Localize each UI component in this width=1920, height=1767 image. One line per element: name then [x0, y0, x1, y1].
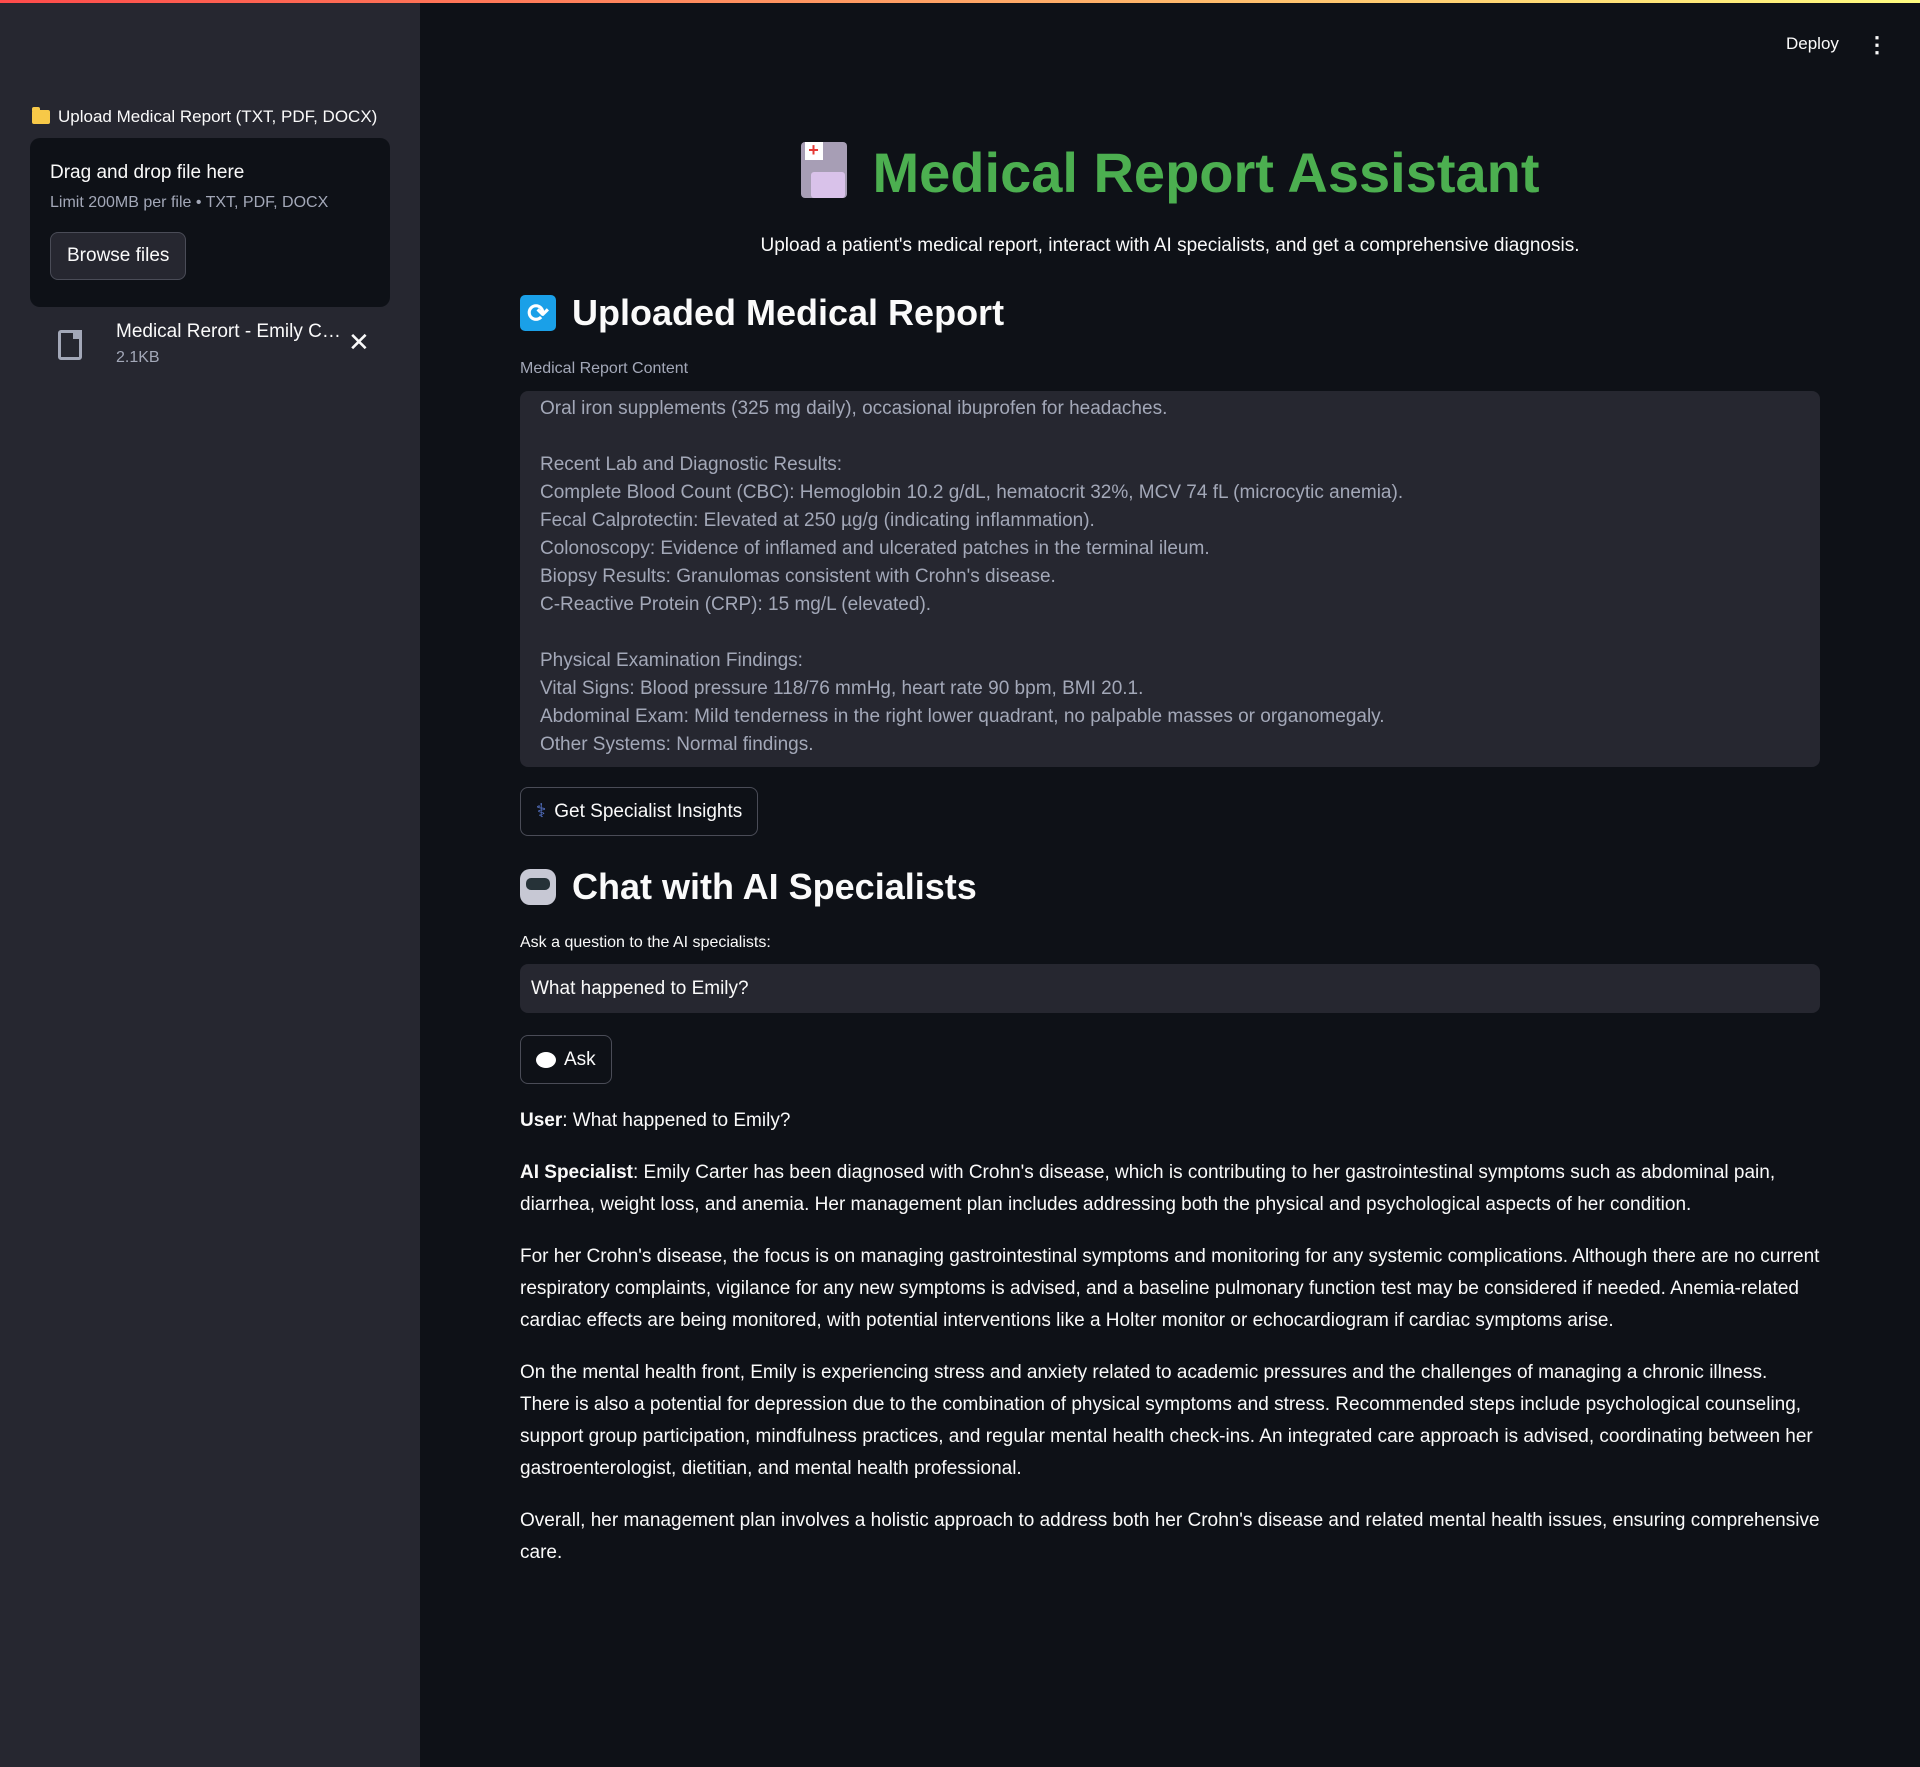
- upload-label-text: Upload Medical Report (TXT, PDF, DOCX): [58, 107, 378, 126]
- page-subtitle: Upload a patient's medical report, inter…: [760, 235, 1580, 256]
- sidebar: Upload Medical Report (TXT, PDF, DOCX) D…: [0, 3, 420, 1767]
- main-menu-icon[interactable]: ⋮: [1866, 32, 1888, 58]
- page-title: Medical Report Assistant: [520, 140, 1820, 205]
- upload-label: Upload Medical Report (TXT, PDF, DOCX): [32, 107, 377, 127]
- user-label: User: [520, 1110, 563, 1131]
- chat-history: User: What happened to Emily? AI Special…: [520, 1105, 1820, 1589]
- browse-files-button[interactable]: Browse files: [50, 232, 187, 280]
- stethoscope-icon: ⚕: [536, 801, 547, 822]
- page-title-text: Medical Report Assistant: [872, 141, 1540, 204]
- ai-paragraph: Overall, her management plan involves a …: [520, 1510, 1820, 1563]
- report-heading-text: Uploaded Medical Report: [572, 292, 1005, 333]
- question-label: Ask a question to the AI specialists:: [520, 934, 771, 951]
- insights-button-label: Get Specialist Insights: [554, 800, 743, 822]
- chat-heading-text: Chat with AI Specialists: [572, 866, 977, 907]
- refresh-icon: ⟳: [520, 295, 556, 331]
- user-message: User: What happened to Emily?: [520, 1105, 1820, 1137]
- ai-label: AI Specialist: [520, 1162, 633, 1183]
- dropzone-limit: Limit 200MB per file • TXT, PDF, DOCX: [50, 194, 329, 211]
- ask-button-label: Ask: [564, 1048, 596, 1070]
- ask-button[interactable]: Ask: [520, 1035, 612, 1084]
- get-specialist-insights-button[interactable]: ⚕ Get Specialist Insights: [520, 787, 759, 836]
- file-dropzone[interactable]: Drag and drop file here Limit 200MB per …: [30, 138, 390, 307]
- file-icon: [58, 330, 82, 360]
- deploy-button[interactable]: Deploy: [1786, 34, 1839, 54]
- report-content-textarea[interactable]: Oral iron supplements (325 mg daily), oc…: [520, 391, 1820, 767]
- robot-icon: [520, 869, 556, 905]
- folder-icon: [32, 107, 50, 124]
- chat-heading: Chat with AI Specialists: [520, 866, 977, 908]
- file-size: 2.1KB: [116, 349, 160, 366]
- remove-file-close-icon[interactable]: ✕: [348, 327, 370, 358]
- uploaded-file-item: Medical Rerort - Emily Ca... 2.1KB ✕: [58, 321, 378, 367]
- ai-paragraph: For her Crohn's disease, the focus is on…: [520, 1246, 1820, 1331]
- report-heading: ⟳ Uploaded Medical Report: [520, 292, 1004, 334]
- file-name: Medical Rerort - Emily Ca...: [116, 321, 344, 342]
- user-message-text: : What happened to Emily?: [562, 1110, 791, 1131]
- dropzone-title: Drag and drop file here: [50, 162, 245, 183]
- report-content-label: Medical Report Content: [520, 360, 689, 377]
- ai-message: AI Specialist: Emily Carter has been dia…: [520, 1157, 1820, 1221]
- ai-paragraph: On the mental health front, Emily is exp…: [520, 1362, 1813, 1479]
- question-input[interactable]: What happened to Emily?: [520, 964, 1820, 1013]
- speech-bubble-icon: [536, 1051, 556, 1068]
- medical-report-icon: [800, 142, 847, 198]
- ai-paragraph: : Emily Carter has been diagnosed with C…: [520, 1162, 1776, 1215]
